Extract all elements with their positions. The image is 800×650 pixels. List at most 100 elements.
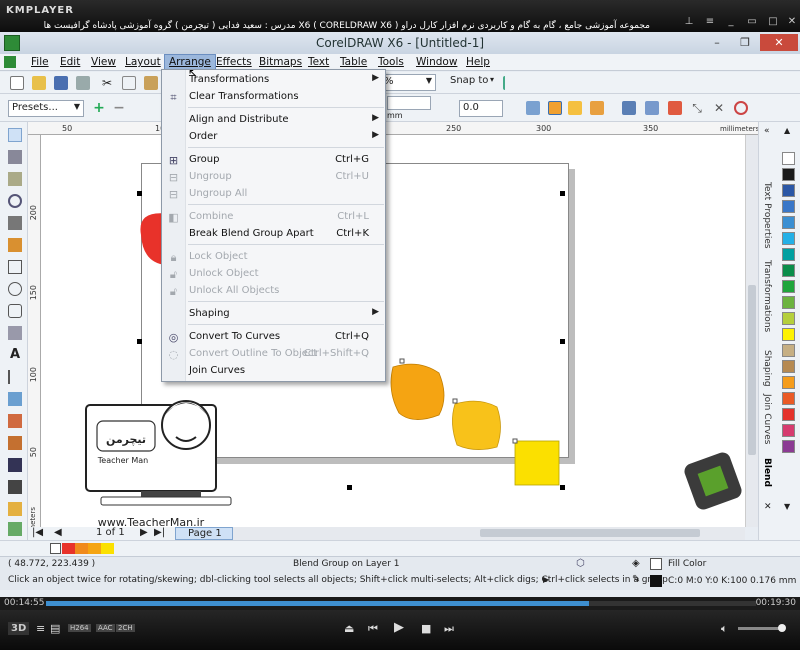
menu-table[interactable]: Table xyxy=(340,56,367,68)
connector-icon[interactable] xyxy=(8,392,22,406)
menu-item-group[interactable]: ⊞ Group Ctrl+G xyxy=(162,152,385,169)
add-preset-icon[interactable]: + xyxy=(92,101,106,115)
blend-tool-icon[interactable] xyxy=(8,414,22,428)
path-props-icon[interactable]: ✕ xyxy=(712,101,726,115)
print-icon[interactable] xyxy=(76,76,90,90)
volume-slider[interactable] xyxy=(738,624,786,632)
menu-icon[interactable]: ≡ xyxy=(36,622,45,635)
fill-tool-icon[interactable] xyxy=(8,502,22,516)
menu-text[interactable]: Text xyxy=(308,56,329,68)
menu-effects[interactable]: Effects xyxy=(216,56,252,68)
presets-select[interactable]: Presets... ▼ xyxy=(8,100,84,117)
yellow-square[interactable] xyxy=(514,440,560,486)
text-tool-icon[interactable]: A xyxy=(8,348,22,362)
blend-steps-input[interactable]: 0.0 xyxy=(459,100,503,117)
docker-tab-join-curves[interactable]: Join Curves xyxy=(762,394,772,444)
swatch-brown[interactable] xyxy=(782,360,795,373)
eyedropper-icon[interactable] xyxy=(8,458,22,472)
next-page-icon[interactable]: ▶ xyxy=(140,527,148,538)
menu-file[interactable]: File xyxy=(31,56,49,68)
menu-item-break-blend-group-apart[interactable]: Break Blend Group Apart Ctrl+K xyxy=(162,226,385,243)
rectangle-tool-icon[interactable] xyxy=(8,260,22,274)
polygon-tool-icon[interactable] xyxy=(8,304,22,318)
paste-icon[interactable] xyxy=(144,76,158,90)
seek-bar[interactable]: 00:14:55 00:19:30 xyxy=(0,597,800,610)
pin-icon[interactable]: ⊥ xyxy=(683,16,695,28)
menu-item-convert-to-curves[interactable]: ◎ Convert To Curves Ctrl+Q xyxy=(162,329,385,346)
menu-help[interactable]: Help xyxy=(466,56,490,68)
docker-tab-blend[interactable]: Blend xyxy=(762,458,772,487)
basic-shapes-icon[interactable] xyxy=(8,326,22,340)
previous-icon[interactable]: ⏮ xyxy=(368,622,378,636)
swatch-cyan[interactable] xyxy=(782,232,795,245)
menu-item-shaping[interactable]: Shaping ▶ xyxy=(162,306,385,323)
swatch-orange[interactable] xyxy=(782,376,795,389)
doc-swatch-orange[interactable] xyxy=(75,543,88,554)
palette-scroll-up-icon[interactable]: ▲ xyxy=(784,126,790,135)
swatch-tan[interactable] xyxy=(782,344,795,357)
color-blend-icon[interactable] xyxy=(590,101,604,115)
selection-handle[interactable] xyxy=(137,339,142,344)
volume-icon[interactable]: 🔈︎ xyxy=(721,622,728,636)
drawing-canvas[interactable]: تیچرمن Teacher Man www.TeacherMan.ir xyxy=(41,135,745,527)
hint-more-icon[interactable]: ▶ xyxy=(543,575,549,584)
parallel-dim-icon[interactable] xyxy=(8,370,22,384)
minimize-icon[interactable]: _ xyxy=(725,16,737,28)
interactive-fill-icon[interactable] xyxy=(8,522,22,536)
swatch-lime[interactable] xyxy=(782,296,795,309)
volume-handle[interactable] xyxy=(778,624,786,632)
no-color-swatch[interactable] xyxy=(50,543,61,554)
swatch-lime-2[interactable] xyxy=(782,312,795,325)
swatch-green[interactable] xyxy=(782,264,795,277)
menu-edit[interactable]: Edit xyxy=(60,56,80,68)
doc-swatch-amber[interactable] xyxy=(88,543,101,554)
shape-tool-icon[interactable] xyxy=(8,150,22,164)
blend-type-icon[interactable] xyxy=(548,101,562,115)
vertical-scrollbar[interactable] xyxy=(745,135,758,527)
freehand-tool-icon[interactable] xyxy=(8,216,22,230)
clear-blend-icon[interactable] xyxy=(734,101,748,115)
restore-button[interactable]: ❐ xyxy=(734,34,756,51)
doc-swatch-red[interactable] xyxy=(62,543,75,554)
swatch-yellow[interactable] xyxy=(782,328,795,341)
menu-view[interactable]: View xyxy=(91,56,116,68)
maximize-icon[interactable]: □ xyxy=(767,16,779,28)
smart-fill-icon[interactable] xyxy=(8,238,22,252)
horizontal-scrollbar[interactable] xyxy=(230,527,745,540)
orange-shape[interactable] xyxy=(390,363,445,420)
docker-tab-text-properties[interactable]: Text Properties xyxy=(762,182,772,249)
eject-icon[interactable]: ⏏ xyxy=(344,622,354,635)
menu-item-join-curves[interactable]: Join Curves xyxy=(162,363,385,380)
doc-swatch-yellow[interactable] xyxy=(101,543,114,554)
selection-handle[interactable] xyxy=(560,485,565,490)
prev-page-icon[interactable]: ◀ xyxy=(54,527,62,538)
ellipse-tool-icon[interactable] xyxy=(8,282,22,296)
settings-icon[interactable]: ≡ xyxy=(704,16,716,28)
stop-icon[interactable]: ■ xyxy=(421,622,431,635)
pick-tool-icon[interactable] xyxy=(8,128,22,142)
zoom-tool-icon[interactable] xyxy=(8,194,22,208)
swatch-red[interactable] xyxy=(782,408,795,421)
selection-handle[interactable] xyxy=(560,191,565,196)
swatch-orange-red[interactable] xyxy=(782,392,795,405)
menu-item-order[interactable]: Order ▶ xyxy=(162,129,385,146)
play-icon[interactable]: ▶ xyxy=(394,620,404,635)
last-page-icon[interactable]: ▶| xyxy=(154,527,165,538)
color-proof-icon[interactable]: ⬡ xyxy=(576,558,585,569)
crop-tool-icon[interactable] xyxy=(8,172,22,186)
docker-tab-shaping[interactable]: Shaping xyxy=(762,350,772,387)
menu-item-align-and-distribute[interactable]: Align and Distribute ▶ xyxy=(162,112,385,129)
page-tab[interactable]: Page 1 xyxy=(175,527,233,540)
snap-to-select[interactable]: Snap to ▾ xyxy=(447,74,497,91)
outline-pen-icon[interactable] xyxy=(8,480,22,494)
palette-scroll-down-icon[interactable]: ▼ xyxy=(784,502,790,511)
swatch-green-2[interactable] xyxy=(782,280,795,293)
close-button[interactable]: ✕ xyxy=(760,34,798,51)
save-icon[interactable] xyxy=(54,76,68,90)
seek-track[interactable] xyxy=(46,601,756,606)
swatch-pink[interactable] xyxy=(782,424,795,437)
playlist-icon[interactable]: ▤ xyxy=(50,622,60,635)
misc-blend-icon[interactable] xyxy=(668,101,682,115)
open-icon[interactable] xyxy=(32,76,46,90)
amber-shape[interactable] xyxy=(452,400,501,450)
